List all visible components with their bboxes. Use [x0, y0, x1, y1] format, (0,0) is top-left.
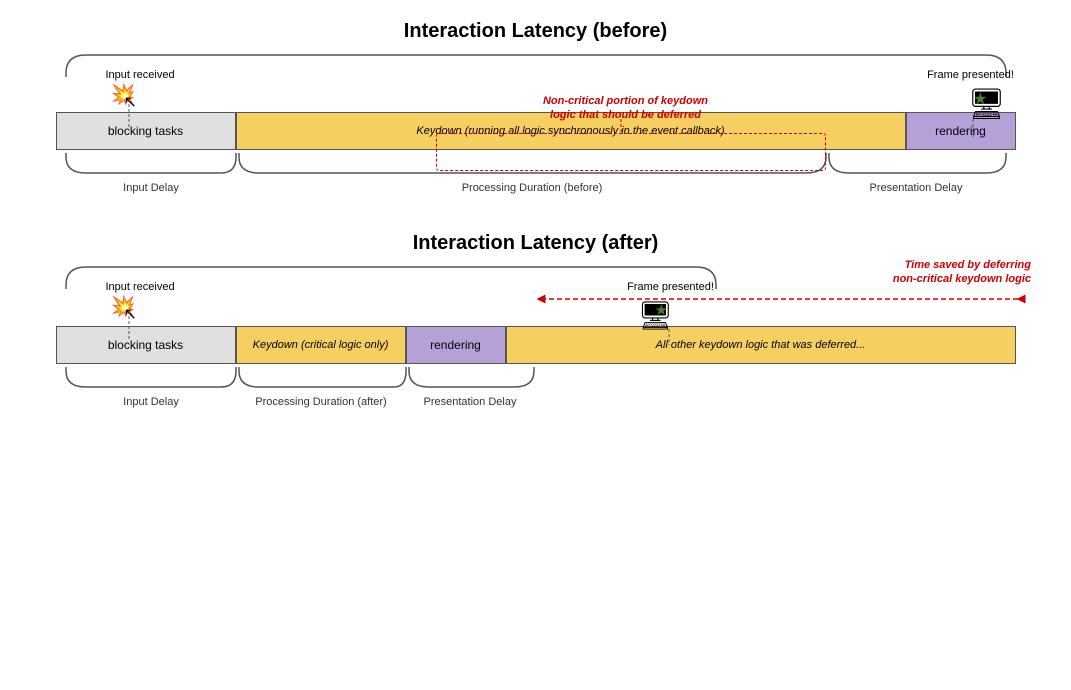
bottom-presentation-text: Presentation Delay: [423, 396, 516, 408]
bottom-star-icon: ★: [655, 301, 668, 319]
bottom-input-received-label: Input received: [106, 281, 175, 293]
time-saved-arrow: [531, 290, 1031, 308]
top-star-icon: ★: [973, 89, 987, 109]
top-presentation-text: Presentation Delay: [869, 182, 962, 194]
top-section: Interaction Latency (before) Input recei…: [40, 20, 1031, 195]
diagram-container: Interaction Latency (before) Input recei…: [0, 0, 1071, 690]
top-input-delay-text: Input Delay: [123, 182, 179, 194]
top-bottom-braces-svg: Input Delay Processing Duration (before)…: [56, 153, 1016, 195]
top-annotation-line: [606, 119, 636, 135]
bottom-cursor: ↖: [124, 307, 137, 323]
top-input-dashed-line: [128, 99, 130, 129]
top-title: Interaction Latency (before): [40, 20, 1031, 43]
top-cursor: ↖: [124, 95, 137, 111]
bottom-title: Interaction Latency (after): [40, 232, 1031, 255]
bottom-section: Interaction Latency (after) Time saved b…: [40, 232, 1031, 409]
top-brace-svg: [56, 51, 1016, 79]
section-divider: [40, 213, 1031, 214]
bottom-bar-keydown: Keydown (critical logic only): [236, 326, 406, 364]
bottom-input-dashed-line: [128, 311, 130, 341]
bottom-bar-deferred: All other keydown logic that was deferre…: [506, 326, 1016, 364]
time-saved-label: Time saved by deferringnon-critical keyd…: [831, 258, 1031, 287]
top-input-received-label: Input received: [106, 69, 175, 81]
bottom-processing-text: Processing Duration (after): [255, 396, 386, 408]
bottom-bar-blocking: blocking tasks: [56, 326, 236, 364]
bottom-frame-presented-label: Frame presented!: [626, 281, 716, 293]
top-frame-dashed-line: [972, 119, 974, 137]
bottom-bar-rendering: rendering: [406, 326, 506, 364]
top-bar-blocking: blocking tasks: [56, 112, 236, 150]
top-frame-presented-label: Frame presented!: [926, 69, 1016, 81]
bottom-frame-dashed-line: [668, 329, 670, 345]
bottom-bars-row: blocking tasks Keydown (critical logic o…: [56, 323, 1016, 367]
bottom-input-delay-text: Input Delay: [123, 396, 179, 408]
bottom-bottom-braces-svg: Input Delay Processing Duration (after) …: [56, 367, 1016, 409]
top-processing-text: Processing Duration (before): [461, 182, 602, 194]
